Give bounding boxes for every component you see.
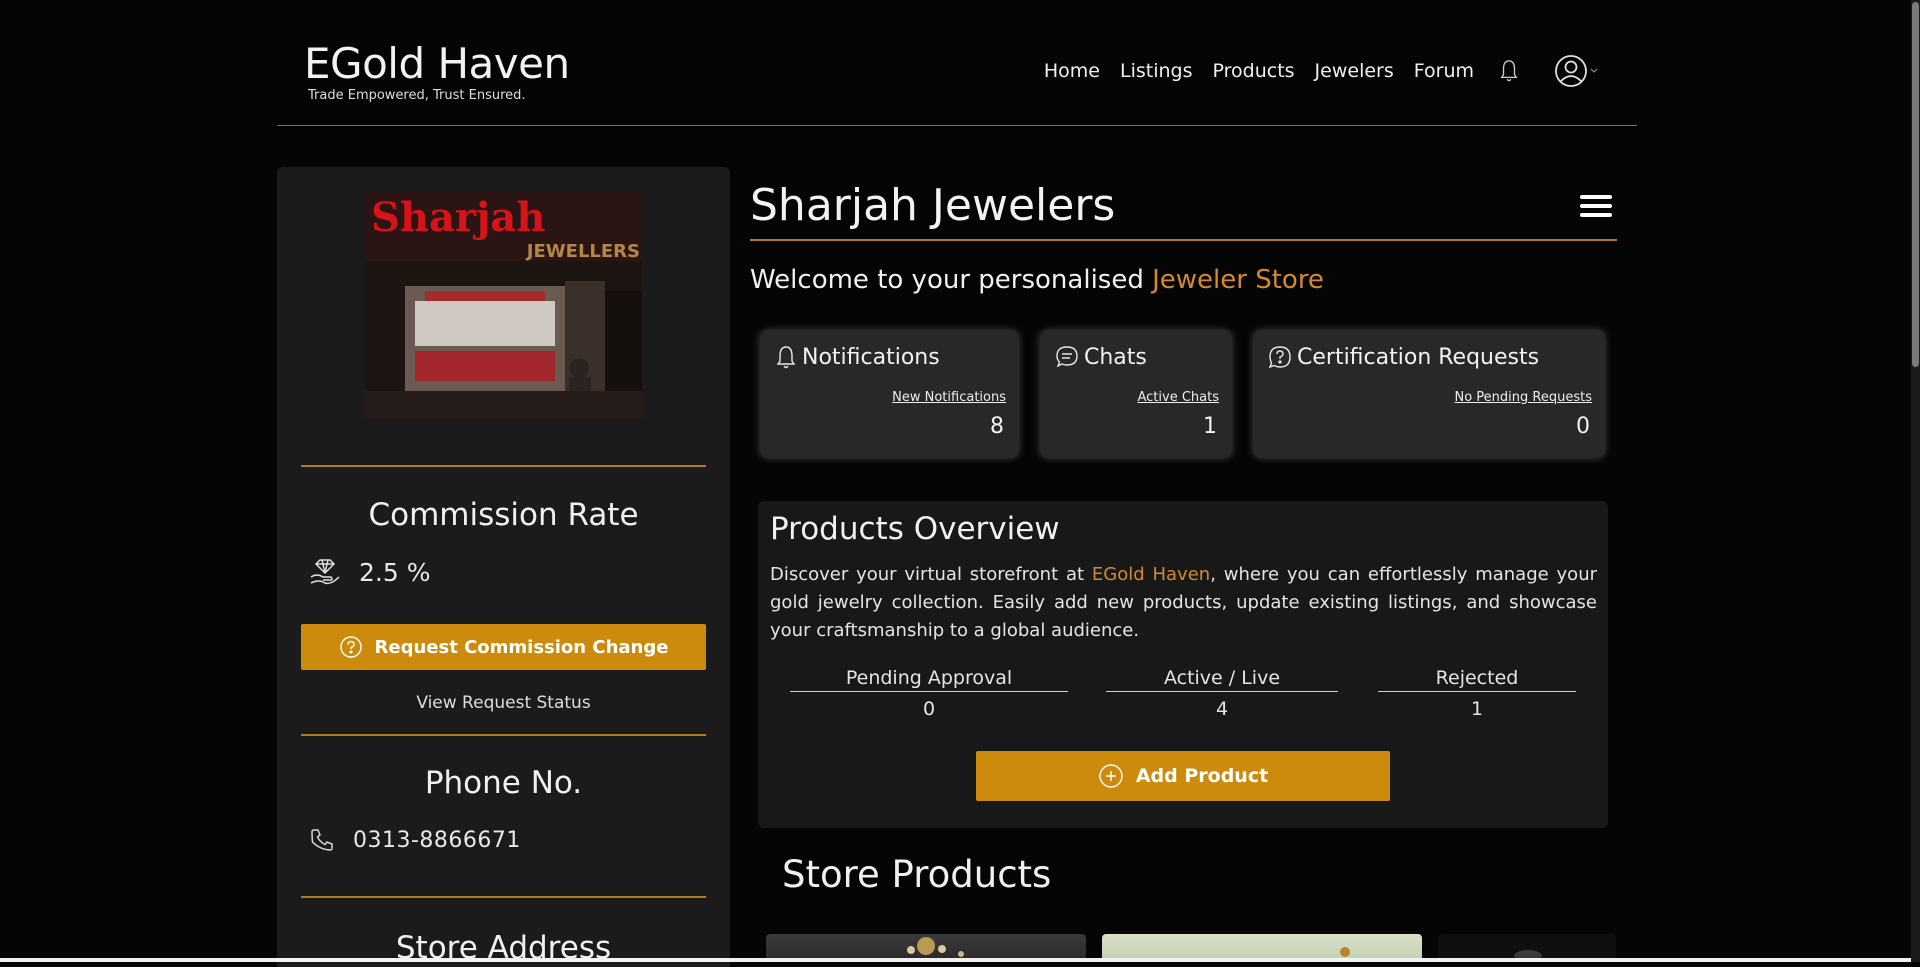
- chat-icon: [1056, 346, 1078, 368]
- main-nav: Home Listings Products Jewelers Forum: [1044, 54, 1598, 88]
- request-commission-change-button[interactable]: Request Commission Change: [301, 624, 706, 670]
- request-commission-change-label: Request Commission Change: [374, 636, 669, 658]
- sidebar: Sharjah JEWELLERS Commission Rate 2.5 %: [277, 167, 730, 967]
- add-product-button[interactable]: Add Product: [976, 751, 1390, 801]
- title-divider: [750, 239, 1617, 241]
- active-chats-link[interactable]: Active Chats: [1138, 390, 1220, 405]
- store-products-title: Store Products: [782, 853, 1052, 896]
- no-pending-requests-link[interactable]: No Pending Requests: [1455, 390, 1593, 405]
- header-divider: [277, 125, 1637, 126]
- hamburger-menu-icon[interactable]: [1580, 195, 1612, 221]
- user-menu[interactable]: [1554, 54, 1598, 88]
- phone-heading: Phone No.: [424, 765, 583, 801]
- store-photo: Sharjah JEWELLERS: [365, 191, 642, 419]
- chats-count: 1: [1203, 414, 1217, 439]
- nav-jewelers[interactable]: Jewelers: [1315, 60, 1394, 82]
- nav-home[interactable]: Home: [1044, 60, 1100, 82]
- stat-rejected: Rejected 1: [1378, 667, 1576, 720]
- question-icon: [1268, 346, 1291, 369]
- page-scrollbar[interactable]: [1911, 0, 1920, 962]
- plus-circle-icon: [1099, 764, 1123, 788]
- store-sign-title: Sharjah: [371, 194, 545, 241]
- nav-listings[interactable]: Listings: [1120, 60, 1193, 82]
- add-product-label: Add Product: [1135, 765, 1269, 787]
- chevron-down-icon: [1590, 68, 1598, 73]
- phone-number: 0313-8866671: [309, 827, 521, 853]
- chats-card[interactable]: Chats Active Chats 1: [1040, 330, 1232, 458]
- logo[interactable]: EGold Haven Trade Empowered, Trust Ensur…: [304, 36, 570, 103]
- phone-icon: [311, 829, 333, 851]
- commission-heading: Commission Rate: [368, 497, 639, 533]
- new-notifications-link[interactable]: New Notifications: [892, 390, 1006, 405]
- sidebar-divider: [301, 465, 706, 467]
- card-title: Notifications: [774, 344, 940, 370]
- nav-products[interactable]: Products: [1213, 60, 1295, 82]
- bell-icon[interactable]: [1498, 58, 1520, 84]
- user-avatar-icon: [1555, 55, 1587, 87]
- sidebar-divider: [301, 896, 706, 898]
- commission-rate: 2.5 %: [309, 557, 430, 587]
- welcome-accent: Jeweler Store: [1152, 265, 1324, 295]
- bottom-edge: [0, 958, 1911, 962]
- certification-count: 0: [1576, 414, 1590, 439]
- store-sign-subtitle: JEWELLERS: [525, 241, 640, 262]
- question-icon: [339, 636, 362, 658]
- products-overview-description: Discover your virtual storefront at EGol…: [770, 564, 1598, 641]
- card-title: Chats: [1054, 344, 1147, 370]
- products-overview-title: Products Overview: [770, 511, 1060, 547]
- certification-requests-card[interactable]: Certification Requests No Pending Reques…: [1253, 330, 1605, 458]
- phone-value: 0313-8866671: [353, 827, 521, 853]
- page-title: Sharjah Jewelers: [750, 180, 1116, 231]
- stat-active-live: Active / Live 4: [1106, 667, 1338, 720]
- bell-icon: [776, 346, 796, 369]
- brand-link: EGold Haven: [1091, 564, 1211, 585]
- diamond-hand-icon: [310, 559, 340, 585]
- notifications-card[interactable]: Notifications New Notifications 8: [760, 330, 1019, 458]
- card-title: Certification Requests: [1267, 344, 1539, 370]
- logo-title: EGold Haven: [304, 39, 570, 88]
- stat-pending-approval: Pending Approval 0: [790, 667, 1068, 720]
- welcome-text: Welcome to your personalised Jeweler Sto…: [750, 265, 1324, 295]
- notifications-count: 8: [990, 414, 1004, 439]
- welcome-prefix: Welcome to your personalised: [750, 265, 1144, 295]
- products-overview: Products Overview Discover your virtual …: [758, 501, 1608, 828]
- view-request-status-link[interactable]: View Request Status: [277, 693, 730, 713]
- sidebar-divider: [301, 734, 706, 736]
- commission-value: 2.5 %: [359, 557, 431, 587]
- nav-forum[interactable]: Forum: [1414, 60, 1474, 82]
